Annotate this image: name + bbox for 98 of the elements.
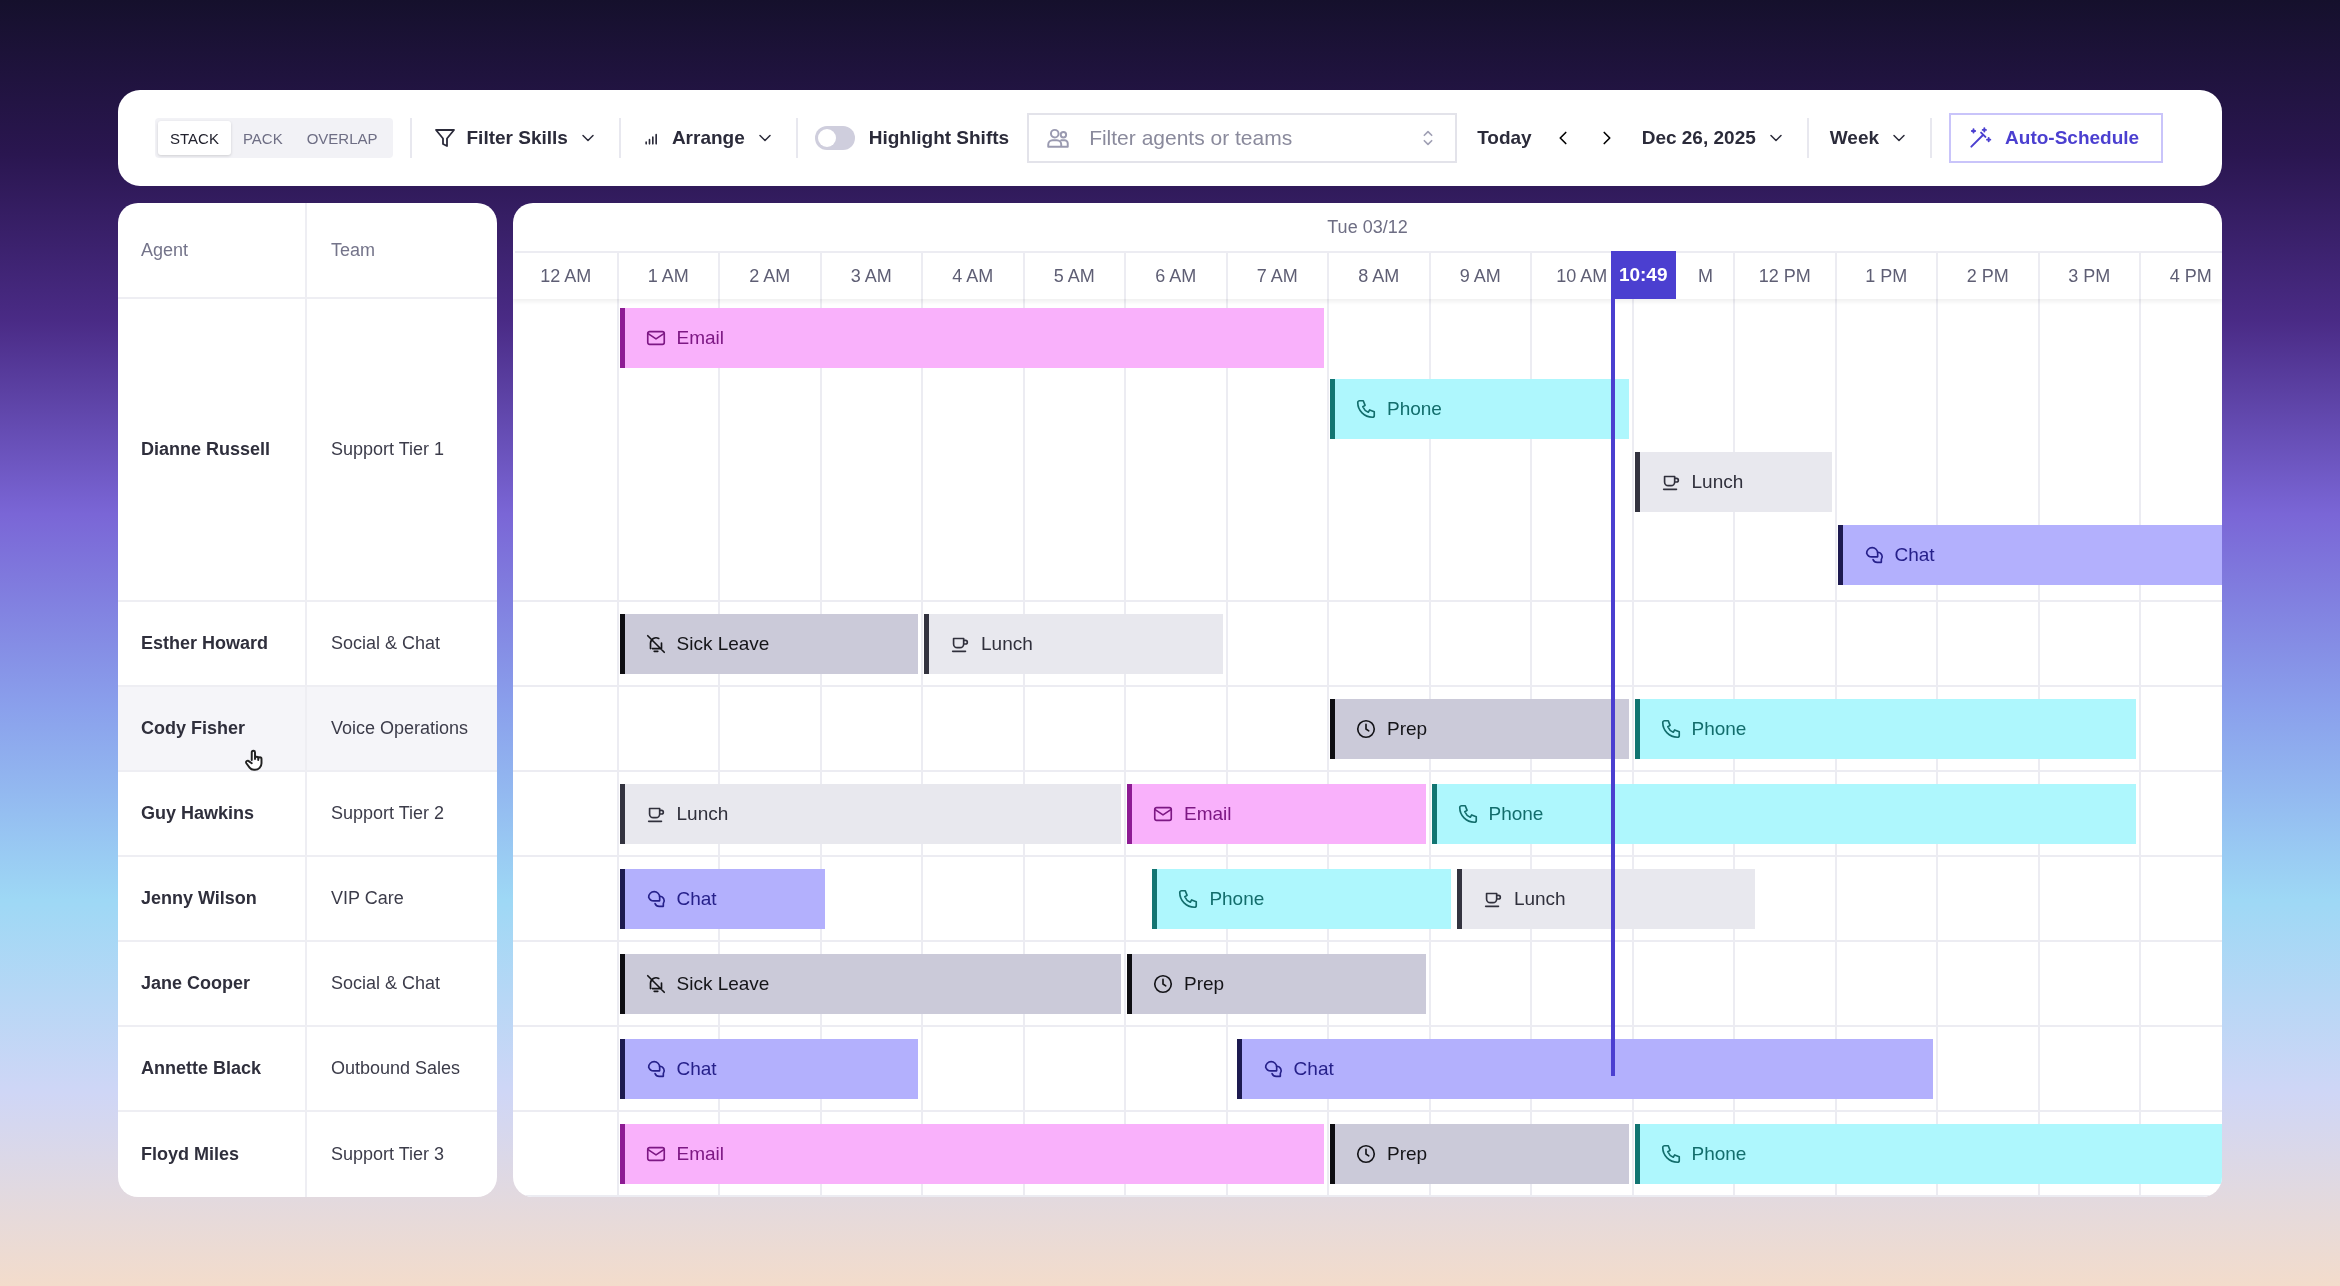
shift-label: Prep: [1184, 973, 1225, 995]
hour-label: 4 PM: [2139, 251, 2222, 299]
hour-label: 12 AM: [515, 251, 617, 299]
hour-label: 4 AM: [921, 251, 1023, 299]
shift-label: Sick Leave: [676, 973, 770, 995]
shift-label: Prep: [1387, 718, 1428, 740]
hour-label: 9 AM: [1428, 251, 1530, 299]
agent-name: Guy Hawkins: [118, 772, 307, 857]
shift-label: Email: [1184, 803, 1232, 825]
date-label: Tue 03/12: [1327, 216, 1408, 238]
team-name: Voice Operations: [307, 687, 497, 772]
hour-label: 3 PM: [2037, 251, 2139, 299]
column-header: Agent: [118, 203, 307, 299]
team-name: Support Tier 3: [330, 1143, 446, 1166]
layout-mode-tab[interactable]: OVERLAP: [294, 121, 390, 155]
shift-bar[interactable]: Phone: [1431, 784, 2136, 844]
today-button[interactable]: Today: [1473, 121, 1536, 155]
team-name: Support Tier 1: [307, 299, 497, 602]
shift-label: Lunch: [676, 803, 729, 825]
agent-name: Jane Cooper: [118, 942, 307, 1027]
highlight-shifts-toggle[interactable]: [814, 126, 855, 150]
shift-bar[interactable]: Lunch: [619, 784, 1121, 844]
phone-icon: [1355, 398, 1377, 420]
filter-skills-dropdown[interactable]: Filter Skills: [428, 120, 602, 156]
clock-icon: [1152, 973, 1174, 995]
shift-bar[interactable]: Sick Leave: [619, 954, 1121, 1014]
agent-name: Jenny Wilson: [118, 857, 307, 942]
hour-label: 12 PM: [1733, 251, 1835, 299]
shift-bar[interactable]: Email: [619, 1124, 1324, 1184]
magic-wand-icon: [1967, 125, 1994, 151]
shift-label: Prep: [1387, 1143, 1428, 1165]
shift-bar[interactable]: Prep: [1330, 1124, 1629, 1184]
agent-name: Floyd Miles: [118, 1112, 307, 1197]
shift-label: Chat: [676, 1058, 717, 1080]
funnel-icon: [432, 126, 457, 150]
shift-label: Sick Leave: [676, 633, 770, 655]
hour-label: 1 PM: [1834, 251, 1936, 299]
hour-label: 2 AM: [718, 251, 820, 299]
shift-bar[interactable]: Phone: [1634, 699, 2136, 759]
shift-label: Phone: [1691, 718, 1747, 740]
hour-label: 3 AM: [819, 251, 921, 299]
shift-bar[interactable]: Chat: [619, 869, 825, 929]
hour-label: 5 AM: [1022, 251, 1124, 299]
phone-icon: [1456, 803, 1479, 825]
shift-label: Lunch: [1513, 888, 1566, 910]
auto-schedule-button[interactable]: Auto-Schedule: [1949, 113, 2164, 163]
shift-bar[interactable]: Sick Leave: [619, 614, 918, 674]
view-dropdown[interactable]: Week: [1825, 121, 1914, 155]
bell-off-icon: [644, 633, 667, 655]
shift-bar[interactable]: Email: [1127, 784, 1426, 844]
layout-mode-tab[interactable]: STACK: [158, 121, 231, 155]
shift-label: Lunch: [981, 633, 1033, 655]
shift-bar[interactable]: Email: [619, 308, 1324, 368]
toggle-label: Highlight Shifts: [868, 127, 1010, 149]
team-name: VIP Care: [307, 857, 497, 942]
phone-icon: [1177, 888, 1200, 910]
shift-bar[interactable]: Prep: [1127, 954, 1426, 1014]
shift-label: Lunch: [1691, 471, 1744, 493]
shift-bar[interactable]: Lunch: [1634, 452, 1832, 512]
team-name: Social & Chat: [307, 942, 497, 1027]
phone-icon: [1659, 1143, 1682, 1165]
phone-icon: [1659, 718, 1682, 740]
shift-bar[interactable]: Phone: [1152, 869, 1451, 929]
shift-label: Phone: [1387, 398, 1442, 420]
shift-bar[interactable]: Prep: [1330, 699, 1629, 759]
arrange-dropdown[interactable]: Arrange: [637, 121, 779, 155]
column-header: Team: [307, 203, 497, 299]
shift-bar[interactable]: Lunch: [924, 614, 1223, 674]
shift-label: Chat: [676, 888, 717, 910]
hour-label: 6 AM: [1124, 251, 1226, 299]
agent-name: Cody Fisher: [118, 687, 307, 772]
team-name: Support Tier 2: [307, 772, 497, 857]
shift-bar[interactable]: Phone: [1330, 379, 1629, 439]
hour-label: 2 PM: [1936, 251, 2038, 299]
shift-label: Email: [676, 327, 724, 349]
hour-label: 8 AM: [1327, 251, 1429, 299]
agent-name: Dianne Russell: [118, 299, 307, 602]
shift-label: Phone: [1488, 803, 1544, 825]
hour-label: 1 AM: [616, 251, 718, 299]
agent-name: Annette Black: [118, 1027, 307, 1112]
shift-label: Chat: [1894, 544, 1935, 566]
hour-label: 7 AM: [1225, 251, 1327, 299]
team-name: Outbound Sales: [307, 1027, 497, 1112]
shift-label: Phone: [1691, 1143, 1747, 1165]
shift-bar[interactable]: Chat: [1837, 525, 2222, 585]
shift-bar[interactable]: Chat: [1236, 1039, 1933, 1099]
shift-label: Phone: [1209, 888, 1265, 910]
date-dropdown[interactable]: Dec 26, 2025: [1637, 121, 1790, 155]
clock-icon: [1355, 718, 1377, 740]
shift-bar[interactable]: Lunch: [1456, 869, 1756, 929]
layout-mode-tab[interactable]: PACK: [230, 121, 295, 155]
shift-bar[interactable]: Chat: [619, 1039, 918, 1099]
shift-bar[interactable]: Phone: [1634, 1124, 2222, 1184]
shift-label: Email: [676, 1143, 724, 1165]
bell-off-icon: [644, 973, 667, 995]
shift-label: Chat: [1293, 1058, 1334, 1080]
clock-icon: [1355, 1143, 1377, 1165]
agent-filter-field[interactable]: Filter agents or teams: [1027, 113, 1458, 163]
